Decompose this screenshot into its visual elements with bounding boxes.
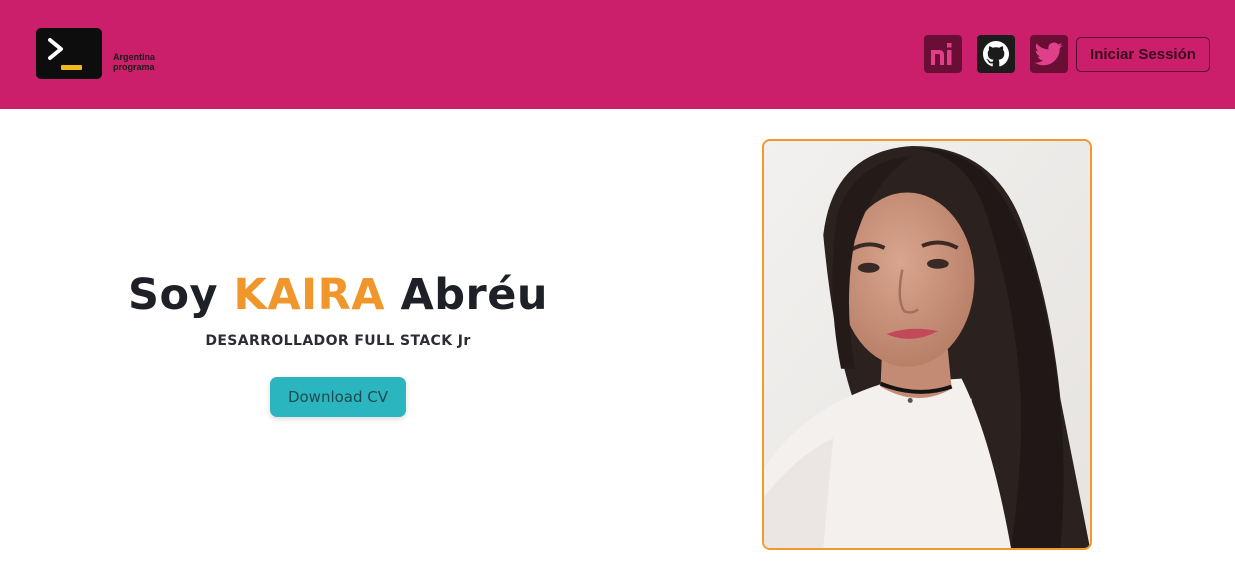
- terminal-prompt-icon: [48, 38, 63, 60]
- github-link[interactable]: [977, 35, 1015, 73]
- argentina-programa-logo[interactable]: [36, 28, 102, 79]
- logo-line-1: Argentina: [113, 52, 156, 62]
- title-highlight-name: KAIRA: [233, 270, 385, 320]
- github-icon: [983, 41, 1009, 67]
- title-prefix: Soy: [127, 270, 219, 320]
- ap-logo-icon: [931, 43, 952, 65]
- title-suffix: Abréu: [400, 270, 549, 320]
- download-cv-button[interactable]: Download CV: [270, 377, 406, 417]
- logo-cursor-bar: [61, 65, 82, 70]
- portrait-photo: [764, 141, 1090, 548]
- top-header: Argentina programa Iniciar Sessión: [0, 0, 1235, 109]
- twitter-bird-icon: [1035, 42, 1063, 66]
- argentina-programa-link[interactable]: [924, 35, 962, 73]
- hero-title: Soy KAIRA Abréu: [0, 270, 676, 320]
- twitter-link[interactable]: [1030, 35, 1068, 73]
- login-button[interactable]: Iniciar Sessión: [1076, 37, 1210, 72]
- logo-text: Argentina programa: [113, 52, 183, 72]
- profile-photo: [762, 139, 1092, 550]
- hero-subtitle: DESARROLLADOR FULL STACK Jr: [205, 333, 471, 349]
- logo-line-2: programa: [113, 62, 155, 72]
